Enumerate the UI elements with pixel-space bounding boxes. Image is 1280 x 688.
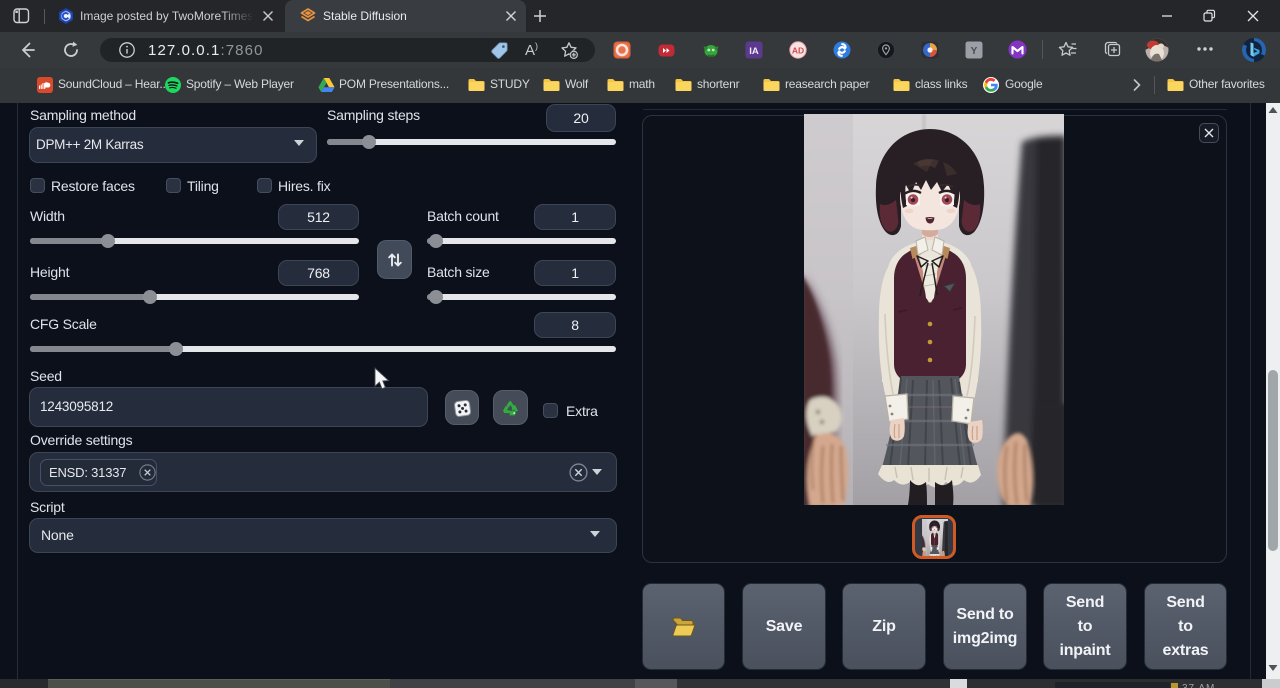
svg-text:IA: IA [749,46,759,57]
svg-text:AD: AD [792,45,804,55]
svg-text:Y: Y [971,46,978,57]
